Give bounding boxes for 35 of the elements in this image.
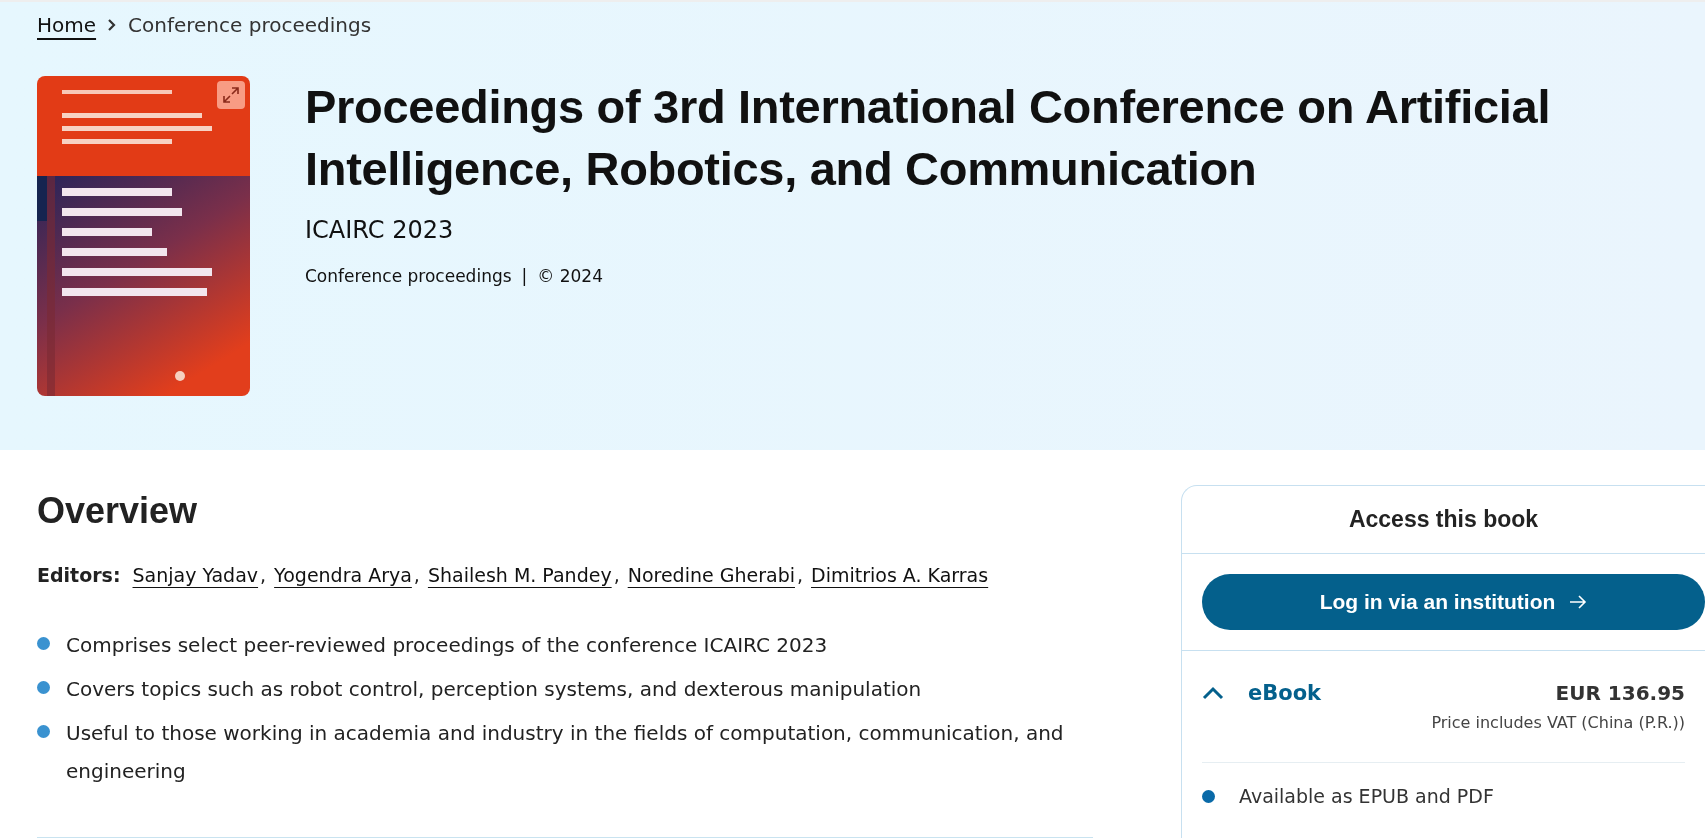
section-heading: Overview xyxy=(37,490,199,532)
editor-link[interactable]: Sanjay Yadav xyxy=(132,564,259,586)
price-note: Price includes VAT (China (P.R.)) xyxy=(1202,713,1685,763)
bullet-text: Useful to those working in academia and industry in the fields of computation, communication, and engineering xyxy=(66,720,1065,785)
price: EUR 136.95 xyxy=(1555,681,1685,705)
comma: , xyxy=(796,564,803,586)
comma: , xyxy=(413,564,420,586)
bullet-dot xyxy=(37,681,50,694)
editor-link[interactable]: Noredine Gherabi xyxy=(627,564,795,586)
expand-button[interactable] xyxy=(217,81,245,109)
book-meta: Conference proceedings xyxy=(305,266,512,286)
bullet-dot xyxy=(37,725,50,738)
breadcrumb-link[interactable]: Home xyxy=(37,13,97,37)
expand-icon xyxy=(222,86,240,104)
editor-link[interactable]: Yogendra Arya xyxy=(274,564,412,586)
bullet-dot xyxy=(1202,789,1215,803)
editor-link[interactable]: Shailesh M. Pandey xyxy=(427,564,612,586)
book-title: Proceedings of 3rd International Conference on Artificial Intelligence, Robotics, and Communication xyxy=(305,79,1552,197)
separator: | xyxy=(521,266,528,286)
editors-label: Editors: xyxy=(37,564,121,586)
feature-text: Available as EPUB and PDF xyxy=(1239,785,1494,807)
book-subtitle: ICAIRC 2023 xyxy=(305,216,455,244)
panel-heading: Access this book xyxy=(1182,486,1705,554)
chevron-up-icon xyxy=(1202,686,1224,700)
bullet-text: Covers topics such as robot control, perception systems, and dexterous manipulation xyxy=(66,676,922,703)
breadcrumb-current: Conference proceedings xyxy=(128,13,372,37)
comma: , xyxy=(260,564,267,586)
book-meta: © 2024 xyxy=(537,266,603,286)
bullet-dot xyxy=(37,637,50,650)
comma: , xyxy=(613,564,620,586)
ebook-toggle[interactable]: eBook xyxy=(1202,681,1322,705)
bullet-text: Comprises select peer-reviewed proceedings of the conference ICAIRC 2023 xyxy=(66,632,828,659)
arrow-right-icon xyxy=(1569,594,1588,610)
editor-link[interactable]: Dimitrios A. Karras xyxy=(811,564,989,586)
login-button[interactable]: Log in via an institution xyxy=(1202,574,1705,630)
